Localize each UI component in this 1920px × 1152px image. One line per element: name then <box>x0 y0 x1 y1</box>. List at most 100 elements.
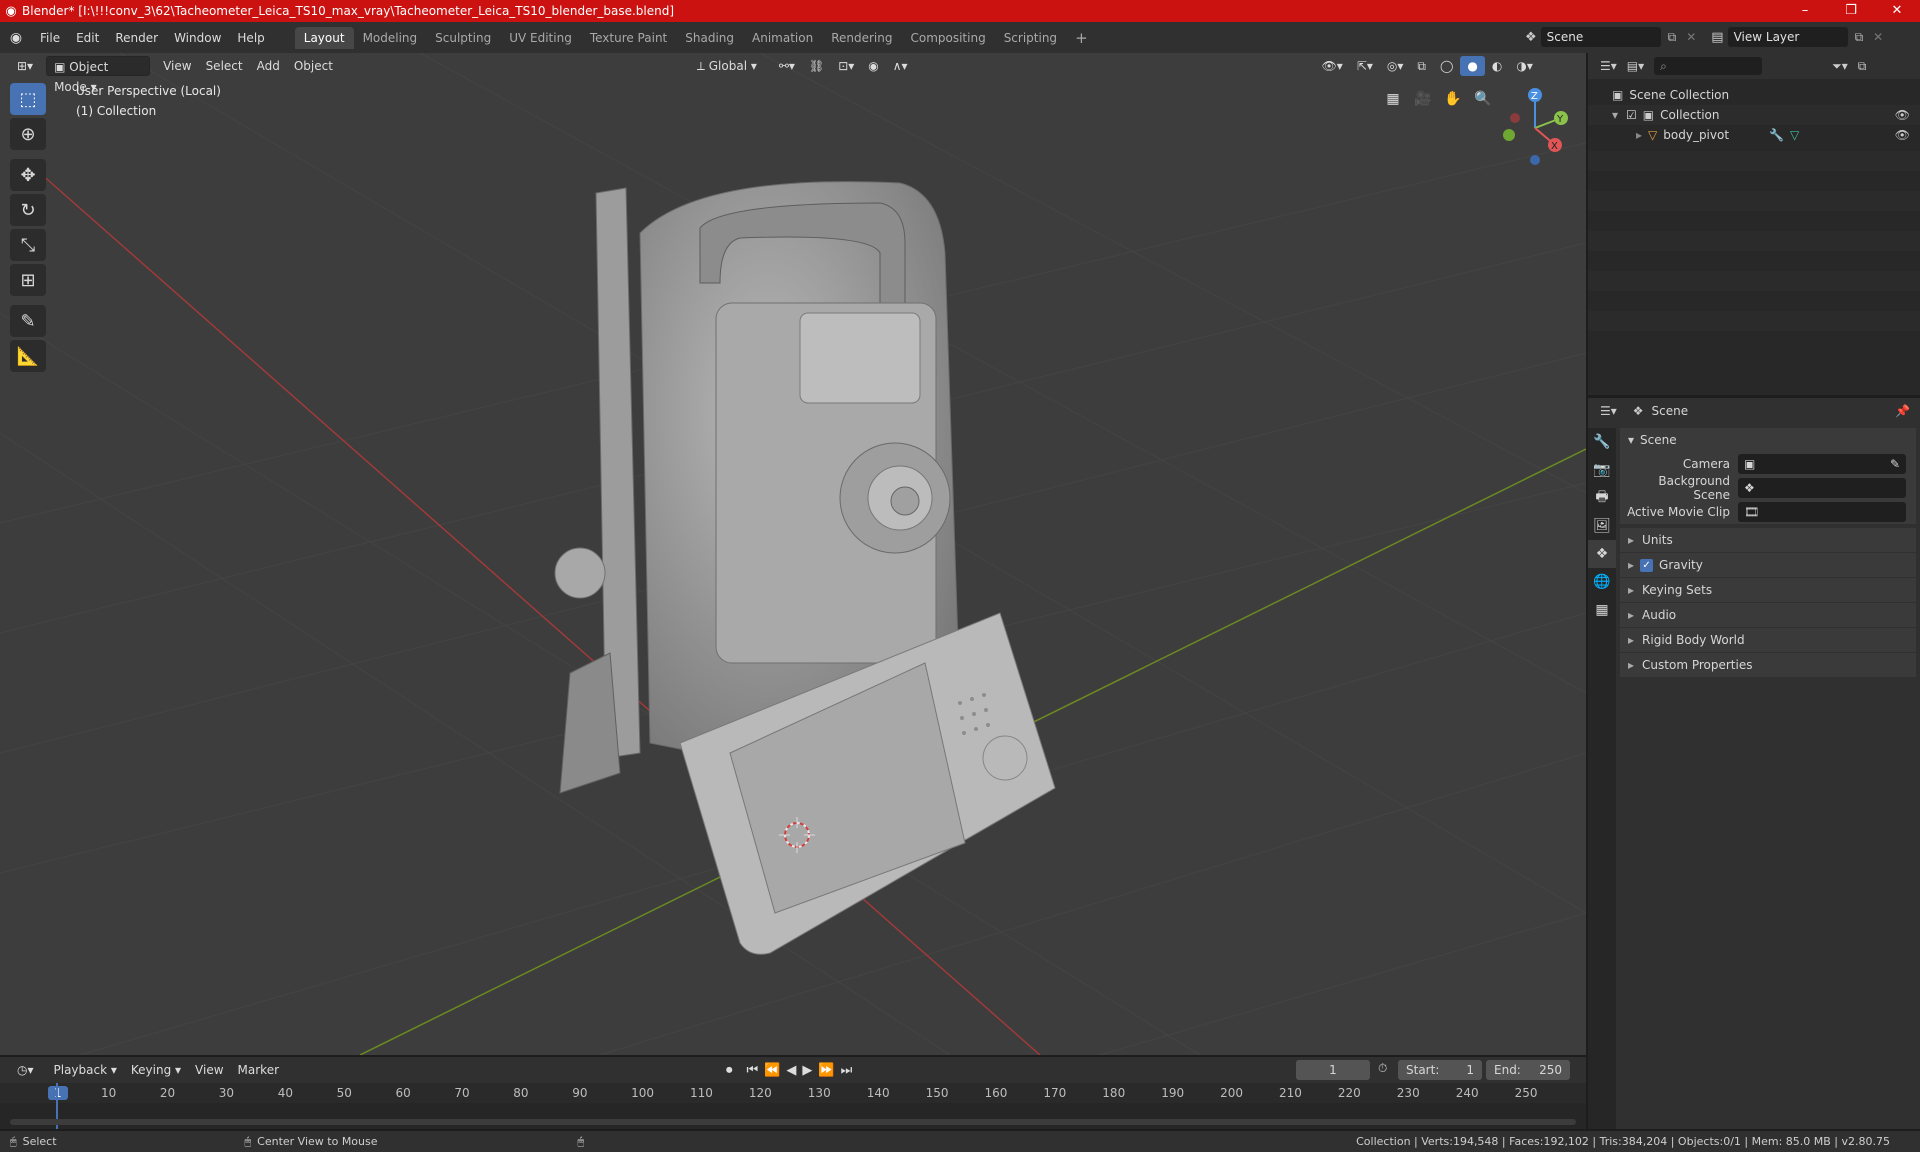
render-tab-icon[interactable]: 📷 <box>1588 456 1616 484</box>
world-tab-icon[interactable]: 🌐 <box>1588 568 1616 596</box>
annotate-tool-icon[interactable]: ✎ <box>10 305 46 337</box>
expand-arrow-icon[interactable]: ▸ <box>1636 128 1642 142</box>
end-frame-field[interactable]: End: 250 <box>1486 1060 1570 1080</box>
scene-panel-header[interactable]: ▾ Scene <box>1620 428 1916 452</box>
custom-properties-subpanel[interactable]: ▸ Custom Properties <box>1620 653 1916 677</box>
material-shading-icon[interactable]: ◐ <box>1485 56 1509 76</box>
outliner-row-collection[interactable]: ▾ ☑ ▣ Collection 👁 <box>1588 105 1920 125</box>
grid-view-icon[interactable]: ▦ <box>1380 86 1406 112</box>
play-reverse-button[interactable]: ◀ <box>786 1063 796 1078</box>
tab-sculpting[interactable]: Sculpting <box>426 27 500 49</box>
visibility-icon[interactable]: 👁▾ <box>1315 56 1350 76</box>
timeline-ruler[interactable]: 1102030405060708090100110120130140150160… <box>0 1083 1586 1103</box>
units-subpanel[interactable]: ▸ Units <box>1620 528 1916 552</box>
view-layer-tab-icon[interactable]: 🖼 <box>1588 512 1616 540</box>
editor-type-icon[interactable]: ⊞▾ <box>10 56 40 76</box>
outliner-row-body-pivot[interactable]: ▸ ▽ body_pivot 🔧 ▽ 👁 <box>1588 125 1920 145</box>
properties-editor-icon[interactable]: ☰▾ <box>1600 404 1617 418</box>
view-layer-field[interactable]: View Layer <box>1727 27 1848 47</box>
menu-window[interactable]: Window <box>166 28 229 48</box>
outliner-search-input[interactable]: ⌕ <box>1654 57 1763 75</box>
camera-field[interactable]: ▣ ✎ <box>1738 454 1906 474</box>
tab-modeling[interactable]: Modeling <box>354 27 427 49</box>
menu-help[interactable]: Help <box>229 28 272 48</box>
tab-animation[interactable]: Animation <box>743 27 822 49</box>
jump-keyframe-forward-button[interactable]: ⏩ <box>818 1063 834 1078</box>
menu-add[interactable]: Add <box>250 56 287 76</box>
rendered-shading-icon[interactable]: ◑▾ <box>1509 56 1540 76</box>
rigid-body-world-subpanel[interactable]: ▸ Rigid Body World <box>1620 628 1916 652</box>
current-frame-field[interactable]: 1 <box>1296 1060 1370 1080</box>
select-box-icon[interactable]: ⬚ <box>10 83 46 115</box>
menu-view[interactable]: View <box>156 56 198 76</box>
menu-file[interactable]: File <box>32 28 68 48</box>
add-workspace-button[interactable]: + <box>1066 27 1097 49</box>
timeline-scrollbar[interactable] <box>10 1119 1576 1125</box>
tab-compositing[interactable]: Compositing <box>901 27 994 49</box>
pivot-point-icon[interactable]: ⚯▾ <box>772 56 802 76</box>
scene-tab-icon[interactable]: ❖ <box>1588 540 1616 568</box>
navigation-gizmo[interactable]: Z Y X <box>1490 83 1570 173</box>
snap-target-icon[interactable]: ⊡▾ <box>831 56 861 76</box>
transform-orientation-dropdown[interactable]: ⟂ Global ▾ <box>690 56 764 76</box>
camera-view-icon[interactable]: 🎥 <box>1410 86 1436 112</box>
xray-icon[interactable]: ⧉ <box>1410 56 1433 76</box>
proportional-edit-icon[interactable]: ◉ <box>861 56 885 76</box>
snap-icon[interactable]: ⛓ <box>802 56 831 76</box>
blender-menu-icon[interactable]: ◉ <box>0 30 32 46</box>
scale-tool-icon[interactable]: ⤡ <box>10 229 46 261</box>
active-movie-clip-field[interactable]: 🎞 <box>1738 502 1906 522</box>
falloff-icon[interactable]: ∧▾ <box>886 56 915 76</box>
pin-icon[interactable]: 📌 <box>1895 404 1910 418</box>
object-mode-dropdown[interactable]: ▣ Object Mode ▾ <box>46 56 151 94</box>
background-scene-field[interactable]: ❖ <box>1738 478 1906 498</box>
gravity-subpanel[interactable]: ▸ ✓ Gravity <box>1620 553 1916 577</box>
filter-icon[interactable]: ⏷▾ <box>1832 59 1848 74</box>
scene-selector-icon[interactable]: ❖ <box>1525 30 1537 45</box>
transform-tool-icon[interactable]: ⊞ <box>10 264 46 296</box>
eyedropper-icon[interactable]: ✎ <box>1890 457 1900 471</box>
wireframe-shading-icon[interactable]: ◯ <box>1433 56 1460 76</box>
audio-subpanel[interactable]: ▸ Audio <box>1620 603 1916 627</box>
tab-uv-editing[interactable]: UV Editing <box>500 27 581 49</box>
tacheometer-model[interactable] <box>554 181 1056 955</box>
menu-object[interactable]: Object <box>287 56 340 76</box>
delete-view-layer-icon[interactable]: ✕ <box>1870 30 1886 44</box>
minimize-button[interactable]: – <box>1782 0 1828 22</box>
gizmo-toggle-icon[interactable]: ⇱▾ <box>1350 56 1380 76</box>
display-mode-icon[interactable]: ▤▾ <box>1627 59 1644 73</box>
menu-marker[interactable]: Marker <box>231 1060 286 1080</box>
menu-keying[interactable]: Keying ▾ <box>124 1060 188 1080</box>
menu-timeline-view[interactable]: View <box>188 1060 230 1080</box>
tab-texture-paint[interactable]: Texture Paint <box>581 27 676 49</box>
menu-playback[interactable]: Playback ▾ <box>47 1060 124 1080</box>
keying-sets-subpanel[interactable]: ▸ Keying Sets <box>1620 578 1916 602</box>
tab-rendering[interactable]: Rendering <box>822 27 901 49</box>
solid-shading-icon[interactable]: ● <box>1460 56 1485 76</box>
overlay-toggle-icon[interactable]: ◎▾ <box>1380 56 1411 76</box>
tab-shading[interactable]: Shading <box>676 27 743 49</box>
new-collection-icon[interactable]: ⧉ <box>1858 59 1867 74</box>
tool-tab-icon[interactable]: 🔧 <box>1588 428 1616 456</box>
play-button[interactable]: ▶ <box>802 1063 812 1078</box>
jump-start-button[interactable]: ⏮ <box>747 1063 759 1078</box>
pan-hand-icon[interactable]: ✋ <box>1440 86 1466 112</box>
3d-viewport[interactable]: ⊞▾ ▣ Object Mode ▾ View Select Add Objec… <box>0 53 1586 1055</box>
gravity-checkbox[interactable]: ✓ <box>1640 558 1654 572</box>
stopwatch-icon[interactable]: ⏱ <box>1378 1061 1387 1076</box>
rotate-tool-icon[interactable]: ↻ <box>10 194 46 226</box>
menu-render[interactable]: Render <box>107 28 166 48</box>
move-tool-icon[interactable]: ✥ <box>10 159 46 191</box>
record-button[interactable]: ⏺ <box>726 1063 733 1078</box>
modifier-wrench-icon[interactable]: 🔧 <box>1769 128 1784 142</box>
jump-keyframe-back-button[interactable]: ⏪ <box>764 1063 780 1078</box>
collection-visibility-eye-icon[interactable]: 👁 <box>1895 108 1910 122</box>
collection-checkbox[interactable]: ☑ <box>1626 108 1637 122</box>
expand-arrow-icon[interactable]: ▾ <box>1612 108 1618 122</box>
mesh-data-icon[interactable]: ▽ <box>1790 128 1799 142</box>
delete-scene-icon[interactable]: ✕ <box>1683 30 1699 44</box>
tab-layout[interactable]: Layout <box>294 26 354 49</box>
texture-tab-icon[interactable]: ▦ <box>1588 596 1616 624</box>
cursor-tool-icon[interactable]: ⊕ <box>10 118 46 150</box>
view-layer-icon[interactable]: ▤ <box>1711 30 1723 45</box>
